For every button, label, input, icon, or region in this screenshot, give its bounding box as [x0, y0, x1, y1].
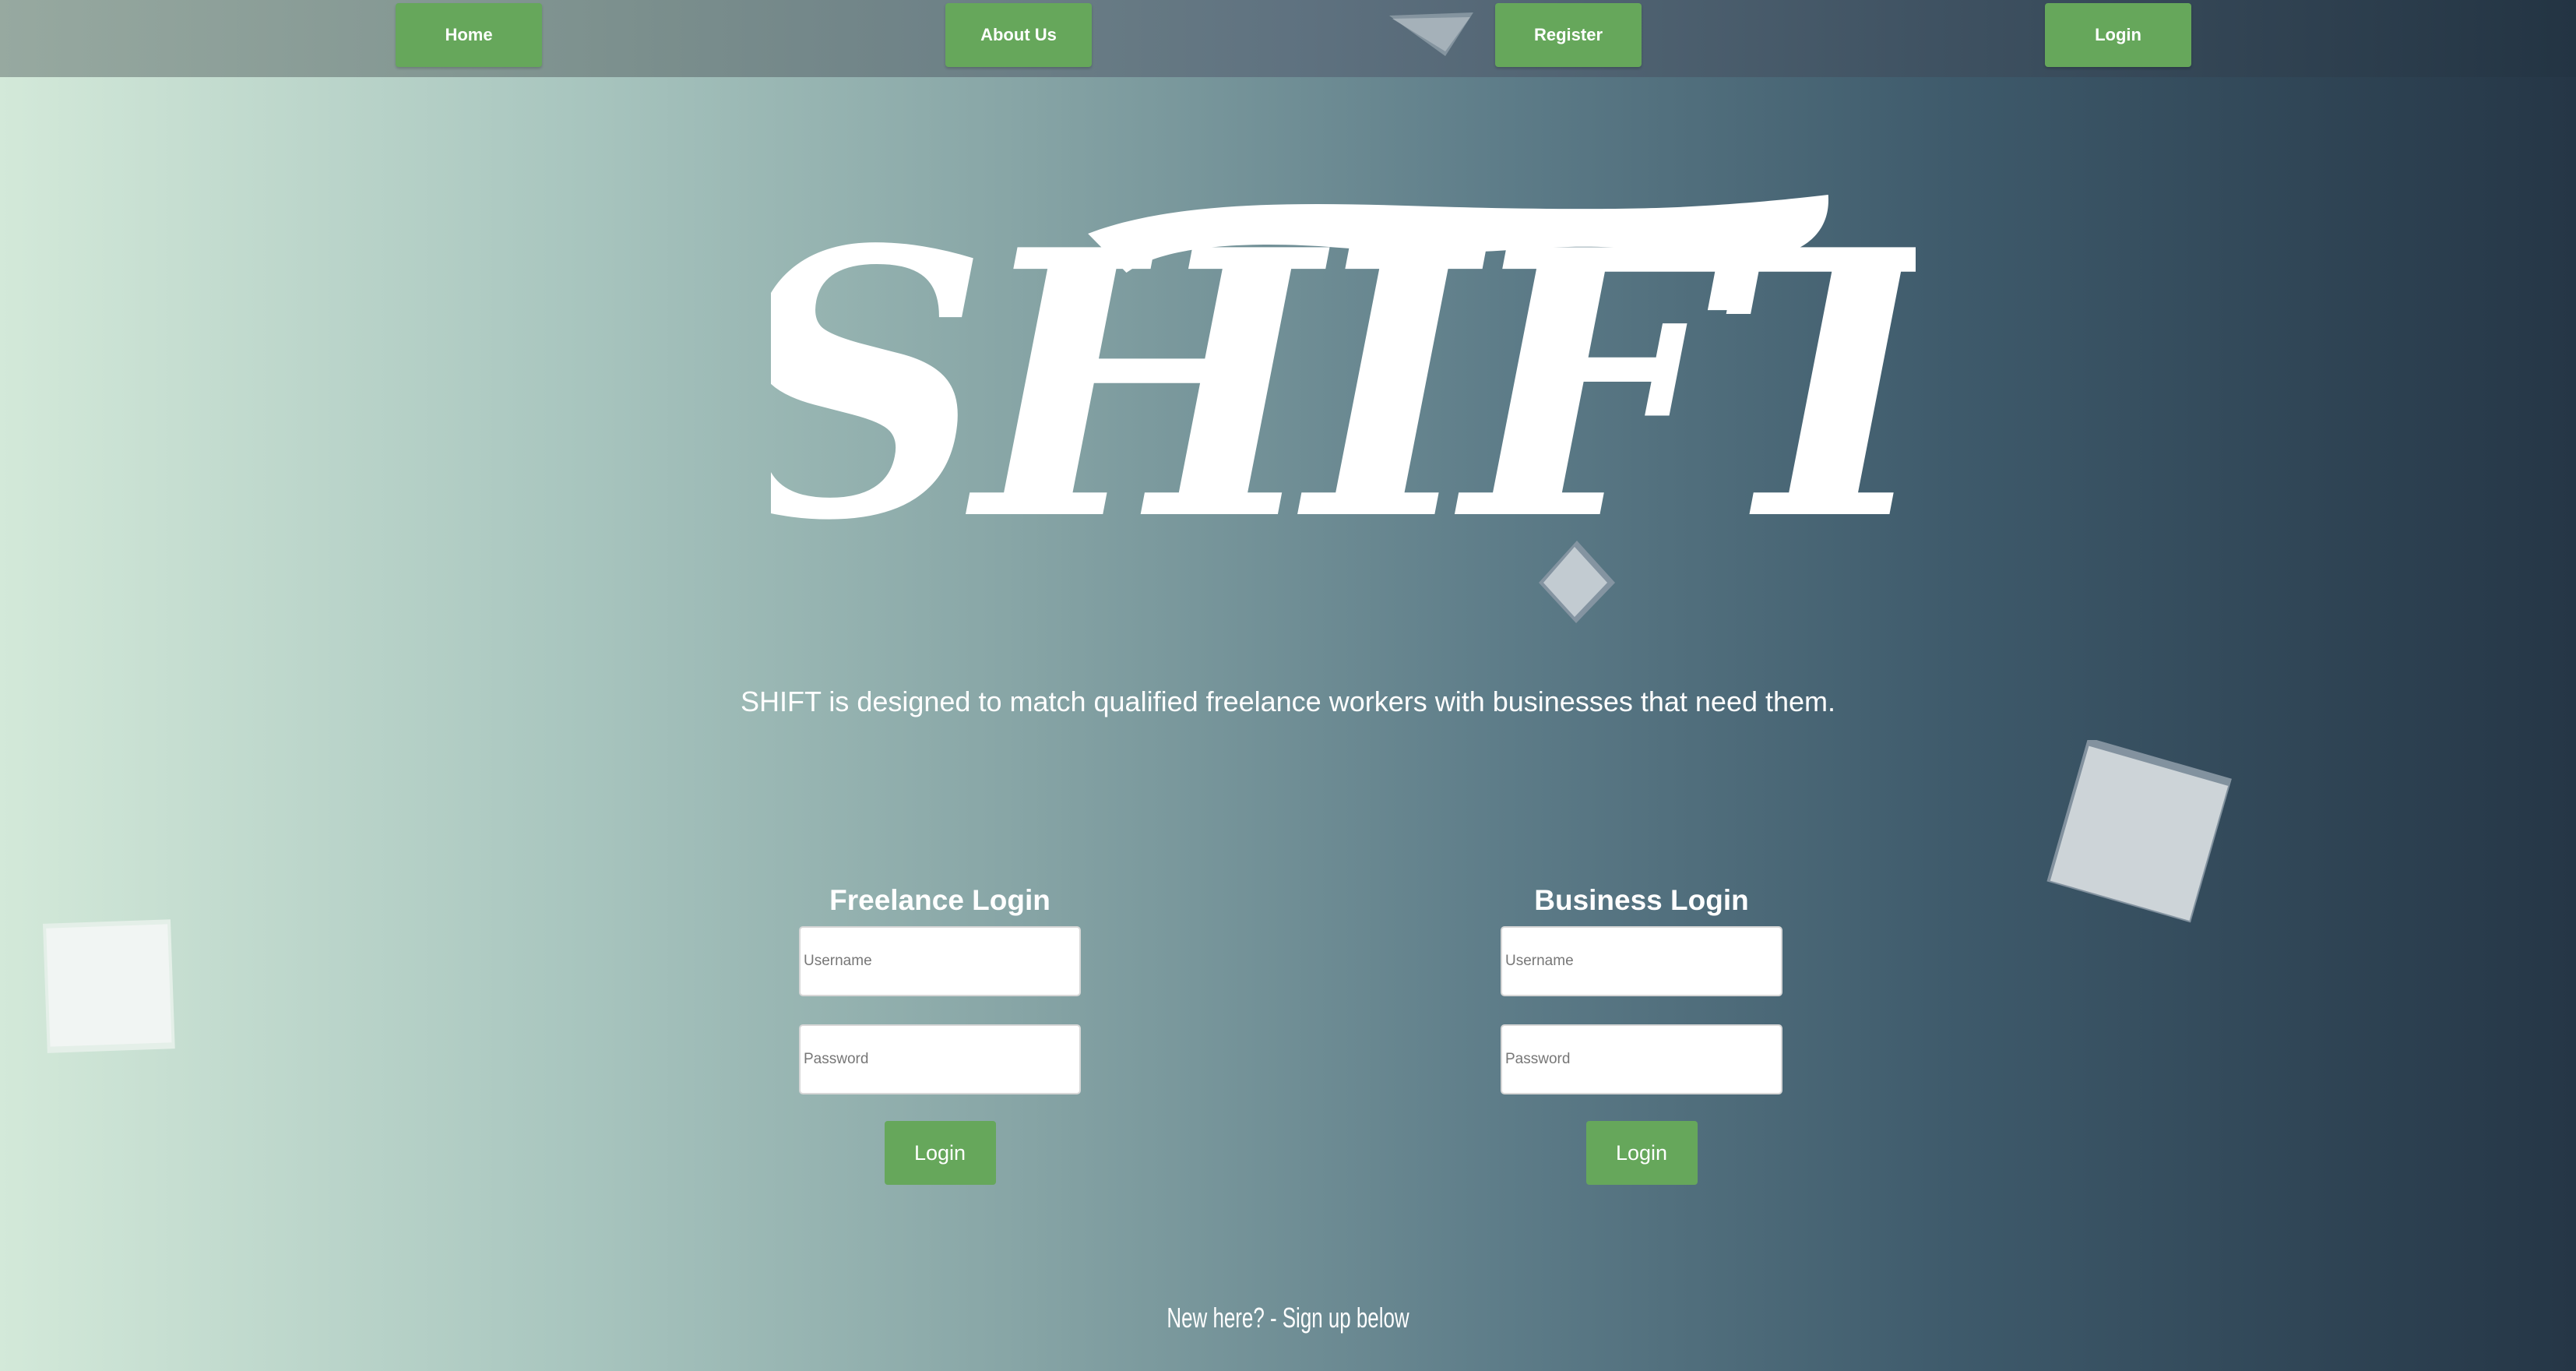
top-nav-bar: Home About Us Register Login [0, 0, 2576, 77]
signup-prompt: New here? - Sign up below [1167, 1302, 1409, 1334]
logo-text: SHIFT [771, 179, 1916, 537]
decorative-triangle-shape [1389, 12, 1473, 56]
freelance-login-button[interactable]: Login [884, 1121, 996, 1185]
nav-about-button[interactable]: About Us [945, 3, 1092, 67]
freelance-login-panel: Freelance Login Login [799, 884, 1081, 1185]
business-login-button[interactable]: Login [1585, 1121, 1698, 1185]
freelance-login-title: Freelance Login [829, 884, 1050, 916]
business-login-panel: Business Login Login [1501, 884, 1782, 1185]
business-password-input[interactable] [1501, 1024, 1782, 1094]
decorative-square-shape-right [2046, 740, 2232, 923]
decorative-square-shape-left [43, 919, 175, 1053]
freelance-username-input[interactable] [799, 926, 1081, 996]
shift-logo: SHIFT [771, 179, 1916, 537]
business-login-title: Business Login [1534, 884, 1749, 916]
nav-login-button[interactable]: Login [2045, 3, 2191, 67]
freelance-password-input[interactable] [799, 1024, 1081, 1094]
tagline: SHIFT is designed to match qualified fre… [740, 686, 1836, 717]
decorative-diamond-shape [1539, 541, 1615, 623]
business-username-input[interactable] [1501, 926, 1782, 996]
nav-register-button[interactable]: Register [1495, 3, 1642, 67]
nav-home-button[interactable]: Home [396, 3, 542, 67]
